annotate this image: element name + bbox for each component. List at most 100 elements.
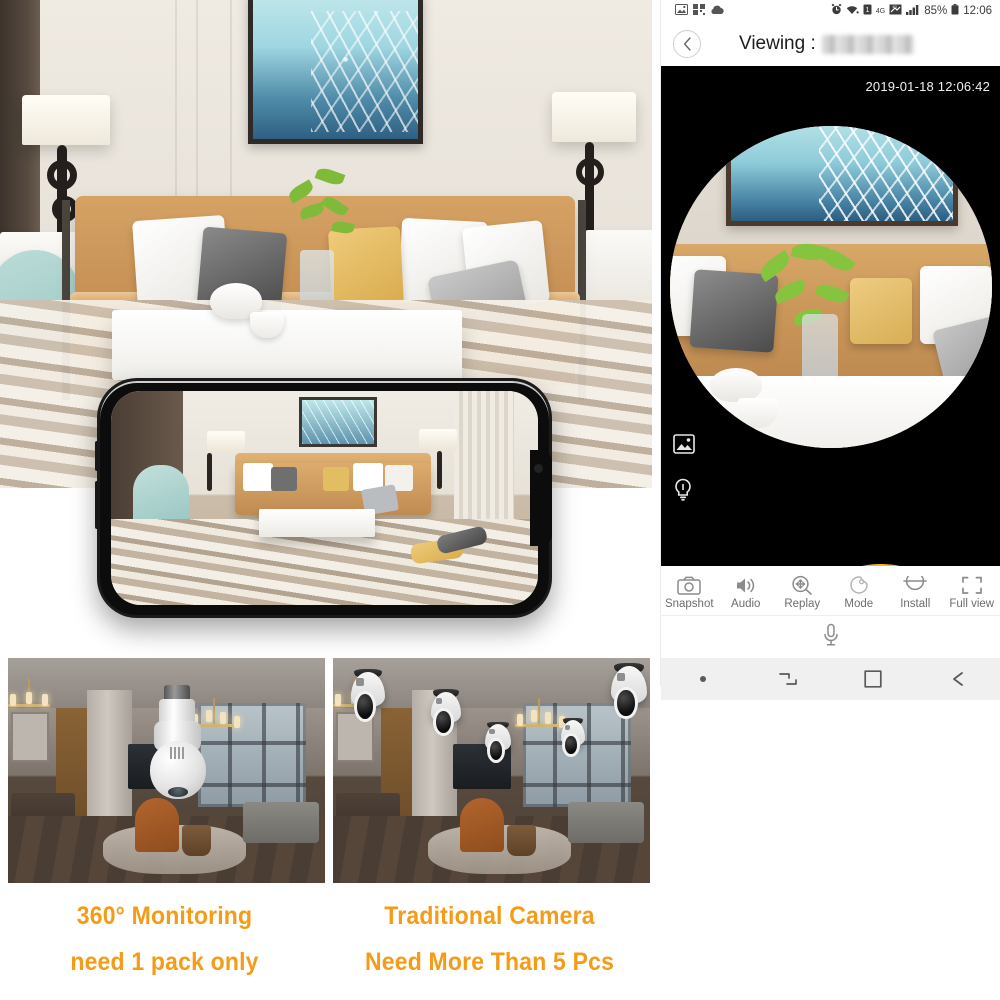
caption-line-1: 360° Monitoring [76, 902, 253, 930]
right-column: 1 4G 4G 85% 12:06 Viewing: 2019-01-18 1… [652, 0, 1000, 1000]
page-title: Viewing : [739, 33, 914, 55]
home-square-icon[interactable] [831, 670, 916, 688]
phone-volume-button[interactable] [95, 441, 99, 471]
gray-sofa [567, 802, 644, 843]
phone-screen-preview [111, 391, 538, 605]
chandelier-cord [538, 698, 540, 724]
fullscreen-icon [961, 575, 983, 595]
toolbar-label-install: Install [900, 598, 931, 610]
microphone-icon[interactable] [821, 623, 841, 652]
speaker-icon [734, 575, 758, 595]
cloud-icon [710, 4, 724, 18]
fe-pillow-yellow [849, 278, 912, 344]
toolbar-item-replay[interactable]: Replay [774, 566, 831, 615]
phone-mockup [95, 378, 552, 618]
wall-painting [248, 0, 423, 144]
table-lamp-shade-left [22, 95, 110, 145]
back-button[interactable] [673, 30, 701, 58]
toolbar-item-snapshot[interactable]: Snapshot [661, 566, 718, 615]
toolbar-item-install[interactable]: Install [887, 566, 944, 615]
clock-label: 12:06 [963, 5, 992, 17]
left-column: 360° Monitoring need 1 pack only Traditi… [0, 0, 652, 1000]
table-lamp-stem-right [585, 142, 594, 234]
product-infographic-page: 360° Monitoring need 1 pack only Traditi… [0, 0, 1000, 1000]
viewer-toolbar: Snapshot Audio Replay Mode Install Full … [661, 566, 1000, 616]
bulb-fisheye-lens [168, 787, 188, 797]
chandelier-candle [335, 694, 341, 706]
android-nav-bar [661, 658, 1000, 700]
toolbar-label-replay: Replay [784, 598, 821, 610]
dome-camera-logo [616, 672, 625, 681]
toolbar-item-audio[interactable]: Audio [718, 566, 775, 615]
toolbar-label-mode: Mode [844, 598, 874, 610]
preview-pillow-gray [271, 467, 297, 491]
camera-icon [677, 575, 701, 595]
dome-camera-logo [489, 728, 495, 735]
status-bar-right-icons: 1 4G 4G 85% 12:06 [831, 3, 992, 18]
preview-accent-chair [133, 465, 189, 527]
toolbar-item-mode[interactable]: Mode [831, 566, 888, 615]
comparison-image-bulb-camera [8, 658, 325, 883]
preview-pillow-yellow [323, 467, 349, 491]
caption-traditional-camera: Traditional Camera Need More Than 5 Pcs [327, 893, 652, 985]
alarm-icon [831, 3, 842, 18]
phone-power-button[interactable] [95, 481, 99, 529]
preview-lamp-right [419, 429, 457, 451]
dome-camera-lens [565, 735, 577, 755]
image-icon [675, 4, 688, 18]
table-lamp-shade-right [552, 92, 636, 142]
network-4g-icon: 4G [875, 7, 886, 15]
lamp-curl [47, 160, 77, 190]
dot-icon[interactable] [661, 674, 746, 684]
battery-icon [951, 4, 959, 18]
battery-percent-label: 85% [924, 5, 948, 17]
dome-camera-logo [356, 678, 364, 686]
camera-viewer[interactable]: 2019-01-18 12:06:42 [661, 66, 1000, 566]
back-arrow-icon[interactable] [915, 670, 1000, 688]
chandelier-candle [42, 694, 48, 706]
dome-camera [611, 662, 647, 722]
toolbar-label-snapshot: Snapshot [664, 598, 714, 610]
recents-icon[interactable] [746, 670, 831, 688]
dome-camera [485, 721, 511, 764]
viewer-side-icons [673, 434, 695, 501]
lounge-chair [459, 797, 505, 852]
status-bar: 1 4G 4G 85% 12:06 [661, 0, 1000, 22]
gallery-icon[interactable] [673, 434, 695, 456]
app-title-bar: Viewing : [661, 22, 1000, 66]
dome-camera-logo [435, 697, 443, 704]
chandelier-candle [26, 692, 32, 704]
coffee-table [112, 310, 462, 380]
install-dome-icon [902, 575, 928, 595]
page-title-label: Viewing : [739, 33, 816, 54]
preview-lamp-stem-right [437, 451, 442, 489]
wall-frame [11, 712, 50, 762]
svg-text:4G: 4G [893, 5, 898, 9]
caption-line-2: need 1 pack only [70, 948, 259, 976]
preview-painting [299, 397, 377, 447]
gray-sofa [242, 802, 319, 843]
svg-text:1: 1 [865, 7, 869, 14]
preview-lamp-stem-left [207, 453, 212, 491]
chandelier-candle [234, 716, 240, 728]
dome-camera-lens [617, 689, 635, 717]
lightbulb-icon[interactable] [673, 478, 695, 501]
chandelier-candle [10, 694, 16, 706]
data-transfer-icon: 4G [889, 4, 902, 18]
preview-pillow-white [243, 463, 273, 491]
fisheye-video-circle[interactable] [669, 126, 992, 448]
bulb-speaker-grill [170, 747, 186, 759]
dome-camera-lens [357, 693, 374, 719]
video-timestamp: 2019-01-18 12:06:42 [865, 79, 990, 94]
side-stool [507, 824, 536, 856]
bulb-panoramic-camera [150, 685, 206, 803]
lamp-curl [576, 158, 604, 186]
dome-camera-lens [436, 711, 451, 734]
signal-bars-icon [906, 4, 920, 18]
comparison-image-traditional-cameras [333, 658, 650, 883]
dome-camera-logo [564, 724, 571, 730]
dome-camera [351, 668, 385, 724]
fe-painting [725, 126, 958, 226]
toolbar-item-full-view[interactable]: Full view [944, 566, 1000, 615]
wifi-icon [846, 4, 859, 18]
